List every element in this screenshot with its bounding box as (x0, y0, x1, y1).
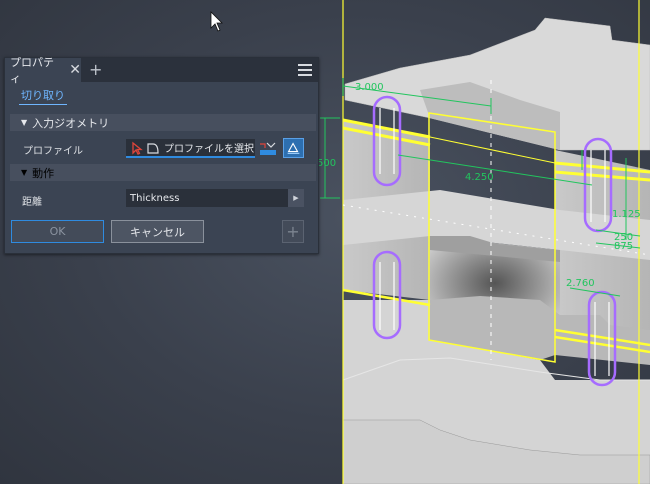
add-tab-button[interactable]: + (89, 60, 102, 79)
distance-value: Thickness (130, 192, 180, 204)
distance-label: 距離 (22, 197, 42, 208)
section-input-geometry-title: 入力ジオメトリ (32, 116, 110, 130)
select-profile-label: プロファイルを選択 (164, 144, 254, 155)
collapse-triangle-icon: ▼ (21, 168, 28, 177)
ok-button[interactable]: OK (11, 220, 104, 243)
hamburger-menu-icon[interactable] (298, 64, 312, 76)
dim-1125[interactable]: 1.125 (612, 209, 641, 220)
section-behavior-title: 動作 (32, 166, 55, 180)
sketch-icon[interactable] (257, 140, 279, 158)
distance-dropdown-arrow-icon[interactable]: ▶ (288, 189, 304, 207)
dim-3000[interactable]: 3.000 (355, 82, 384, 93)
close-icon[interactable]: ✕ (69, 62, 81, 78)
apply-add-button[interactable]: + (282, 220, 304, 243)
cancel-button[interactable]: キャンセル (111, 220, 204, 243)
distance-select[interactable]: Thickness (126, 189, 288, 207)
tab-properties-label: プロパティ (10, 56, 54, 85)
collapse-triangle-icon: ▼ (21, 118, 28, 127)
profile-label: プロファイル (23, 146, 83, 157)
section-input-geometry[interactable]: ▼ 入力ジオメトリ (10, 114, 316, 131)
arrow-cursor-icon (210, 11, 223, 32)
select-arrow-icon (132, 141, 143, 155)
panel-tabbar: プロパティ ✕ + (5, 56, 318, 85)
solid-select-icon[interactable] (283, 138, 304, 158)
dim-2760[interactable]: 2.760 (566, 278, 595, 289)
cut-operation-link[interactable]: 切り取り (19, 87, 67, 105)
tab-properties[interactable]: プロパティ ✕ (5, 56, 81, 85)
dim-4250[interactable]: 4.250 (465, 172, 494, 183)
profile-shape-icon (147, 142, 159, 154)
section-behavior[interactable]: ▼ 動作 (10, 164, 316, 181)
dim-875[interactable]: 875 (614, 241, 633, 252)
dim-500[interactable]: 500 (317, 158, 336, 169)
select-profile-button[interactable]: プロファイルを選択 (126, 139, 255, 158)
